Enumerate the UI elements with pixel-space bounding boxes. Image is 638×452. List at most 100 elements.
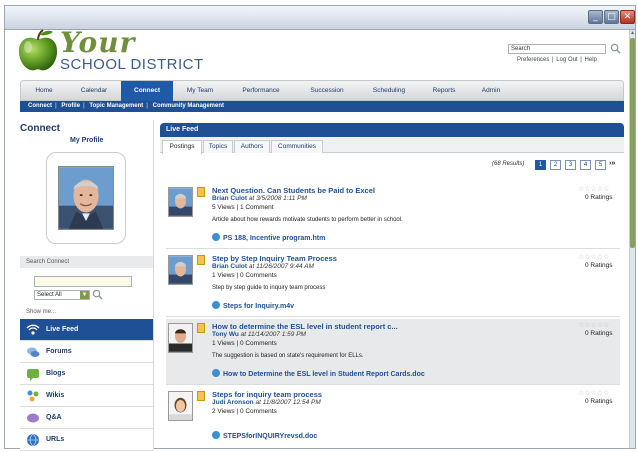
live-feed-icon xyxy=(26,324,40,335)
minimize-button[interactable]: _ xyxy=(588,10,603,24)
page-4-button[interactable]: 4 xyxy=(580,160,591,170)
tab-authors[interactable]: Authors xyxy=(234,140,270,153)
sub-nav: Connect | Profile | Topic Management | Comm… xyxy=(20,101,624,112)
sidebar-item-qa[interactable]: Q&A xyxy=(20,407,153,429)
close-button[interactable]: ✕ xyxy=(620,10,635,24)
tab-scheduling[interactable]: Scheduling xyxy=(359,81,419,101)
post-author-line: Tony Wu at 11/14/2007 1:59 PM xyxy=(212,331,306,338)
post-description: The suggestion is based on state's requi… xyxy=(212,353,364,359)
sidebar-item-urls[interactable]: URLs xyxy=(20,429,153,451)
subnav-community-management[interactable]: Community Management xyxy=(153,103,224,109)
search-connect-input[interactable] xyxy=(34,276,132,287)
tab-communities[interactable]: Communities xyxy=(271,140,323,153)
qa-icon xyxy=(27,413,39,423)
search-icon[interactable] xyxy=(610,43,621,54)
subnav-connect[interactable]: Connect xyxy=(28,103,52,109)
tab-connect[interactable]: Connect xyxy=(121,81,173,101)
header-links: Preferences | Log Out | Help xyxy=(517,57,597,63)
apple-logo-icon xyxy=(18,29,58,71)
maximize-button[interactable]: □ xyxy=(604,10,619,24)
sidebar-item-blogs[interactable]: Blogs xyxy=(20,363,153,385)
tab-my-team[interactable]: My Team xyxy=(175,81,225,101)
tab-topics[interactable]: Topics xyxy=(203,140,233,153)
document-icon xyxy=(197,323,205,333)
star-rating-icon[interactable]: ☆☆☆☆☆ xyxy=(578,321,609,329)
sidebar-item-label: URLs xyxy=(46,436,65,443)
next-page-button[interactable]: ›» xyxy=(609,160,615,167)
attachment-name[interactable]: STEPSforINQUIRYrevsd.doc xyxy=(223,433,317,440)
post-stats: 2 Views | 0 Comments xyxy=(212,408,277,415)
chevron-down-icon[interactable]: ▼ xyxy=(80,291,89,299)
feed-post: Step by Step Inquiry Team Process Brian … xyxy=(166,251,620,317)
document-icon xyxy=(197,391,205,401)
sidebar-item-live-feed[interactable]: Live Feed xyxy=(20,319,153,341)
subnav-profile[interactable]: Profile xyxy=(61,103,80,109)
author-avatar[interactable] xyxy=(168,323,193,353)
author-avatar[interactable] xyxy=(168,255,193,285)
profile-photo[interactable] xyxy=(58,166,114,230)
sidebar-item-label: Q&A xyxy=(46,414,62,421)
brand-your-text: Your xyxy=(60,26,136,59)
subnav-topic-management[interactable]: Topic Management xyxy=(89,103,143,109)
search-connect-icon[interactable] xyxy=(92,289,103,300)
attachment-name[interactable]: How to Determine the ESL level in Studen… xyxy=(223,371,425,378)
post-title[interactable]: Next Question. Can Students be Paid to E… xyxy=(212,186,375,195)
attachment-name[interactable]: Steps for Inquiry.m4v xyxy=(223,303,294,310)
my-profile-link[interactable]: My Profile xyxy=(70,137,103,144)
post-stats: 5 Views | 1 Comment xyxy=(212,204,274,211)
sidebar-item-label: Wikis xyxy=(46,392,65,399)
author-avatar[interactable] xyxy=(168,187,193,217)
sidebar-title: Connect xyxy=(20,123,60,134)
post-author[interactable]: Brian Culot xyxy=(212,263,247,270)
results-count: (68 Results) xyxy=(492,161,525,167)
sidebar-item-forums[interactable]: Forums xyxy=(20,341,153,363)
attachment-icon xyxy=(212,233,220,241)
sidebar-item-label: Blogs xyxy=(46,370,66,377)
page-5-button[interactable]: 5 xyxy=(595,160,606,170)
tab-performance[interactable]: Performance xyxy=(227,81,295,101)
post-ratings: 0 Ratings xyxy=(585,398,613,405)
tab-reports[interactable]: Reports xyxy=(421,81,467,101)
brand-school-district-text: SCHOOL DISTRICT xyxy=(60,56,204,73)
document-icon xyxy=(197,187,205,197)
post-author-line: Judi Aronson at 11/8/2007 12:54 PM xyxy=(212,399,321,406)
scroll-up-arrow-icon[interactable]: ▲ xyxy=(629,30,635,37)
page-1-button[interactable]: 1 xyxy=(535,160,546,170)
post-date: at 11/14/2007 1:59 PM xyxy=(240,331,306,338)
post-description: Article about how rewards motivate stude… xyxy=(212,217,403,223)
tab-postings[interactable]: Postings xyxy=(162,140,202,154)
preferences-link[interactable]: Preferences xyxy=(517,57,549,63)
star-rating-icon[interactable]: ☆☆☆☆☆ xyxy=(578,185,609,193)
post-ratings: 0 Ratings xyxy=(585,330,613,337)
tab-calendar[interactable]: Calendar xyxy=(69,81,119,101)
tab-home[interactable]: Home xyxy=(21,81,67,101)
logout-link[interactable]: Log Out xyxy=(556,57,577,63)
attachment-name[interactable]: PS 188, Incentive program.htm xyxy=(223,235,325,242)
post-attachment[interactable]: Steps for Inquiry.m4v xyxy=(212,301,294,310)
post-title[interactable]: Step by Step Inquiry Team Process xyxy=(212,254,337,263)
post-attachment[interactable]: How to Determine the ESL level in Studen… xyxy=(212,369,425,378)
star-rating-icon[interactable]: ☆☆☆☆☆ xyxy=(578,253,609,261)
post-attachment[interactable]: STEPSforINQUIRYrevsd.doc xyxy=(212,431,317,440)
post-author[interactable]: Judi Aronson xyxy=(212,399,254,406)
sidebar-item-wikis[interactable]: Wikis xyxy=(20,385,153,407)
post-author-line: Brian Culot at 3/5/2008 1:11 PM xyxy=(212,195,307,202)
page-2-button[interactable]: 2 xyxy=(550,160,561,170)
post-date: at 3/5/2008 1:11 PM xyxy=(248,195,307,202)
feed-post: Steps for inquiry team process Judi Aron… xyxy=(166,387,620,445)
star-rating-icon[interactable]: ☆☆☆☆☆ xyxy=(578,389,609,397)
header-search-input[interactable]: Search xyxy=(508,44,606,54)
help-link[interactable]: Help xyxy=(585,57,597,63)
author-avatar[interactable] xyxy=(168,391,193,421)
search-connect-label: Search Connect xyxy=(20,256,153,268)
blogs-icon xyxy=(27,369,39,381)
post-author[interactable]: Brian Culot xyxy=(212,195,247,202)
page-3-button[interactable]: 3 xyxy=(565,160,576,170)
post-author[interactable]: Tony Wu xyxy=(212,331,239,338)
tab-succession[interactable]: Succession xyxy=(297,81,357,101)
scrollbar-thumb[interactable] xyxy=(630,38,635,248)
post-attachment[interactable]: PS 188, Incentive program.htm xyxy=(212,233,325,242)
post-title[interactable]: How to determine the ESL level in studen… xyxy=(212,322,398,331)
tab-admin[interactable]: Admin xyxy=(469,81,513,101)
post-title[interactable]: Steps for inquiry team process xyxy=(212,390,322,399)
